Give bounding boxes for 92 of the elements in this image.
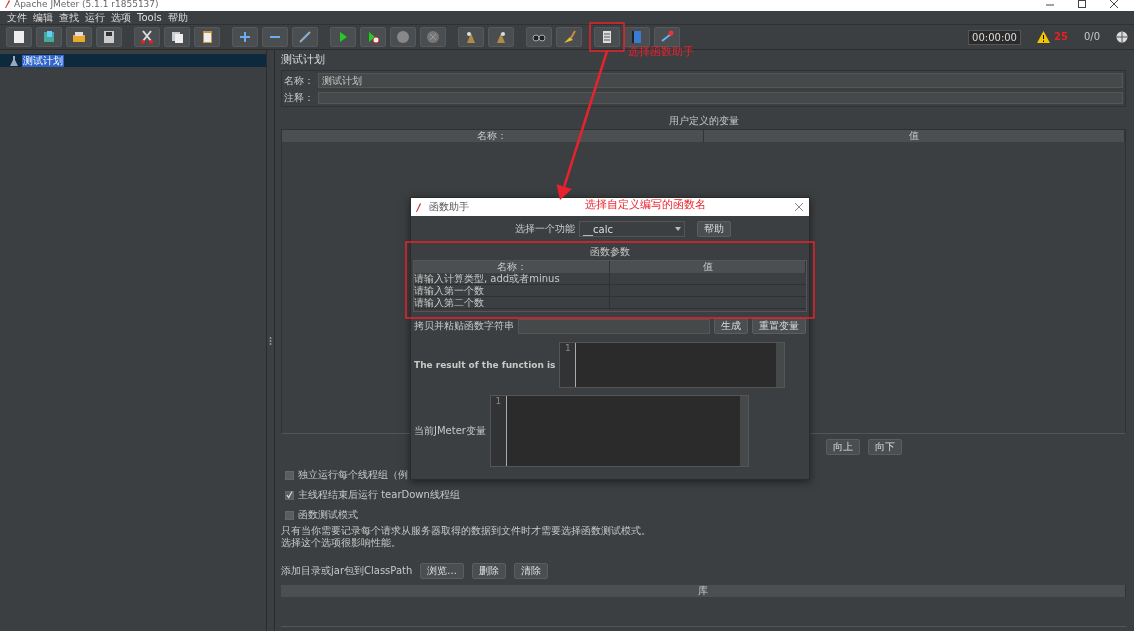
- checkbox[interactable]: [285, 490, 294, 500]
- warning-count: 25: [1054, 31, 1068, 43]
- button[interactable]: 向上: [826, 439, 860, 456]
- flask-icon: [10, 55, 18, 66]
- caret-icon: [675, 227, 681, 231]
- menu-item[interactable]: 选项: [108, 11, 134, 24]
- button[interactable]: 浏览...: [420, 563, 464, 580]
- toolbar-button[interactable]: [194, 27, 220, 47]
- column-header: 库: [281, 585, 1126, 598]
- table-cell: 请输入第一个数: [414, 285, 610, 296]
- toolbar-button[interactable]: [330, 27, 356, 47]
- checkbox-label: 主线程结束后运行 tearDown线程组: [298, 489, 460, 502]
- button[interactable]: 向下: [868, 439, 902, 456]
- column-header: 值: [703, 130, 1125, 143]
- menu-item[interactable]: 帮助: [164, 11, 191, 24]
- menu-item[interactable]: 文件: [4, 11, 30, 24]
- code-editor[interactable]: 1: [559, 342, 785, 388]
- folder-icon: [71, 29, 87, 45]
- column-header: 名称：: [282, 130, 704, 143]
- toolbar-button[interactable]: [292, 27, 318, 47]
- toolbar-button[interactable]: [66, 27, 92, 47]
- menu-item[interactable]: Tools: [134, 11, 165, 24]
- toolbar-button[interactable]: [594, 27, 620, 47]
- scissors-icon: [139, 29, 155, 45]
- button[interactable]: 清除: [513, 563, 548, 580]
- toolbar-button[interactable]: [556, 27, 582, 47]
- window-title: Apache JMeter (5.1.1 r1855137): [14, 0, 159, 9]
- dialog-title: 函数助手: [429, 201, 469, 213]
- checkbox-label: 函数测试模式: [298, 509, 358, 522]
- section-title: 用户定义的变量: [667, 115, 740, 128]
- comment-field[interactable]: [318, 92, 1123, 105]
- line-number: 1: [565, 343, 571, 353]
- field-label: 名称：: [284, 74, 314, 87]
- warning-icon: [1037, 31, 1050, 43]
- field-label: 拷贝并粘贴函数字符串: [414, 320, 514, 332]
- menu-item[interactable]: 运行: [82, 11, 108, 24]
- maximize-icon[interactable]: [1078, 0, 1086, 8]
- toolbar-button[interactable]: [458, 27, 484, 47]
- field-label: 选择一个功能: [515, 223, 575, 235]
- button[interactable]: 删除: [471, 563, 506, 580]
- table-cell: 请输入计算类型, add或者minus: [414, 273, 610, 284]
- toolbar-button[interactable]: [134, 27, 160, 47]
- scrollbar[interactable]: [740, 396, 748, 466]
- checkbox-label: 独立运行每个线程组（例: [298, 469, 408, 482]
- annotation-text: 选择自定义编写的函数名: [585, 198, 706, 212]
- wand-icon: [297, 29, 313, 45]
- feather-icon: [415, 202, 421, 212]
- toolbar-button[interactable]: [6, 27, 32, 47]
- code-editor[interactable]: 1: [489, 395, 749, 467]
- note-text: 选择这个选项很影响性能。: [281, 537, 402, 550]
- toolbar-button[interactable]: [262, 27, 288, 47]
- line-number: 1: [495, 396, 502, 406]
- field-label: The result of the function is: [414, 359, 556, 371]
- stop-icon: [395, 29, 411, 45]
- copy-icon: [169, 29, 185, 45]
- plus-icon: [237, 29, 253, 45]
- annotation-text: 选择函数助手: [628, 45, 694, 59]
- table-cell: 请输入第二个数: [414, 297, 610, 308]
- splitter-handle-icon[interactable]: [269, 336, 272, 345]
- minus-icon: [270, 36, 280, 38]
- toolbar-button[interactable]: [96, 27, 122, 47]
- toolbar-button[interactable]: [36, 27, 62, 47]
- toolbar-button[interactable]: [624, 27, 650, 47]
- note-text: 只有当你需要记录每个请求从服务器取得的数据到文件时才需要选择函数测试模式。: [281, 525, 652, 537]
- toolbar-button[interactable]: [360, 27, 386, 47]
- help-button[interactable]: 帮助: [697, 221, 731, 237]
- menu-item[interactable]: 查找: [56, 11, 82, 24]
- field-label: 注释：: [284, 92, 314, 105]
- classpath-label: 添加目录或jar包到ClassPath: [281, 565, 413, 578]
- toolbar-button[interactable]: [526, 27, 552, 47]
- menu-item[interactable]: 编辑: [30, 11, 56, 24]
- thread-count: 0/0: [1083, 31, 1100, 43]
- page-icon: [11, 29, 27, 45]
- scrollbar[interactable]: [776, 343, 784, 387]
- function-dropdown[interactable]: __calc: [579, 221, 685, 237]
- timer-field: 00:00:00: [968, 29, 1021, 45]
- toolbar-button[interactable]: [232, 27, 258, 47]
- toolbar-button[interactable]: [488, 27, 514, 47]
- globe-icon[interactable]: [1116, 31, 1128, 43]
- checkbox[interactable]: [285, 470, 294, 480]
- panel-heading: 测试计划: [281, 53, 326, 67]
- tree-item[interactable]: 测试计划: [22, 54, 64, 67]
- close-icon[interactable]: [1110, 0, 1118, 8]
- checkbox[interactable]: [285, 510, 294, 520]
- field-label: 当前JMeter变量: [414, 425, 486, 437]
- name-field[interactable]: 测试计划: [318, 73, 1123, 89]
- column-header: 名称：: [414, 261, 610, 273]
- annotation-frame: [589, 22, 625, 52]
- toolbar-button[interactable]: [164, 27, 190, 47]
- column-header: 值: [610, 261, 806, 273]
- feather-icon: [4, 0, 10, 8]
- section-title: 函数参数: [589, 246, 631, 258]
